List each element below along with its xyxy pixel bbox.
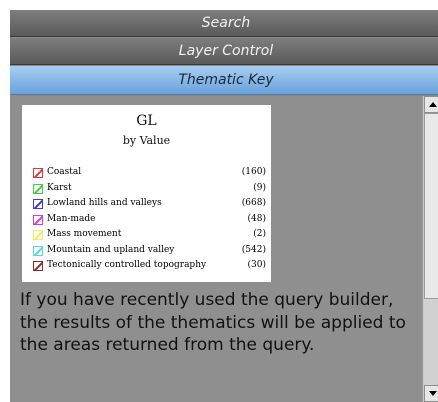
legend-item-count: (9) — [253, 182, 266, 193]
tab-search[interactable]: Search — [10, 10, 438, 37]
legend-item-mountain: Mountain and upland valley (542) — [32, 245, 266, 261]
thematic-panel: Search Layer Control Thematic Key GL by … — [10, 10, 438, 402]
legend-item-count: (542) — [241, 244, 266, 255]
legend-item-label: Karst — [47, 182, 72, 193]
legend-item-coastal: Coastal (160) — [32, 167, 266, 183]
legend-item-mass-movement: Mass movement (2) — [32, 229, 266, 245]
legend-item-man-made: Man-made (48) — [32, 214, 266, 230]
vertical-scrollbar[interactable] — [422, 96, 438, 402]
legend-item-tectonic: Tectonically controlled topography (30) — [32, 260, 266, 276]
legend-item-count: (2) — [253, 229, 266, 239]
legend-item-count: (668) — [241, 198, 266, 208]
tab-layer-control[interactable]: Layer Control — [10, 38, 438, 65]
scroll-up-button[interactable] — [424, 96, 438, 113]
legend-item-label: Man-made — [47, 213, 96, 224]
swatch-icon — [33, 245, 43, 256]
legend-item-label: Lowland hills and valleys — [47, 198, 162, 208]
swatch-icon — [33, 168, 43, 178]
legend-item-count: (48) — [247, 213, 266, 224]
legend-item-karst: Karst (9) — [32, 183, 266, 199]
legend-item-label: Mountain and upland valley — [47, 244, 175, 255]
legend-subtitle: by Value — [122, 134, 171, 147]
swatch-icon — [33, 214, 43, 225]
thematic-key-content: GL by Value Coastal (160) Karst (9) Lowl… — [10, 96, 422, 402]
swatch-icon — [33, 199, 43, 209]
legend-card: GL by Value Coastal (160) Karst (9) Lowl… — [22, 105, 271, 282]
swatch-icon — [33, 261, 43, 271]
query-builder-note: If you have recently used the query buil… — [20, 290, 406, 355]
legend-item-label: Mass movement — [47, 229, 122, 239]
swatch-icon — [33, 183, 43, 194]
arrow-down-icon — [429, 391, 437, 396]
scroll-track[interactable] — [424, 299, 438, 385]
tab-thematic-key[interactable]: Thematic Key — [10, 66, 438, 95]
scroll-down-button[interactable] — [424, 385, 438, 402]
legend-item-label: Tectonically controlled topography — [47, 260, 207, 270]
arrow-up-icon — [429, 102, 437, 107]
swatch-icon — [33, 230, 43, 240]
scroll-thumb[interactable] — [424, 113, 438, 299]
legend-item-label: Coastal — [47, 167, 82, 177]
legend-title: GL — [136, 113, 157, 129]
legend-list: Coastal (160) Karst (9) Lowland hills an… — [32, 167, 266, 276]
legend-item-lowland: Lowland hills and valleys (668) — [32, 198, 266, 214]
legend-item-count: (30) — [247, 260, 266, 270]
legend-item-count: (160) — [241, 167, 266, 177]
